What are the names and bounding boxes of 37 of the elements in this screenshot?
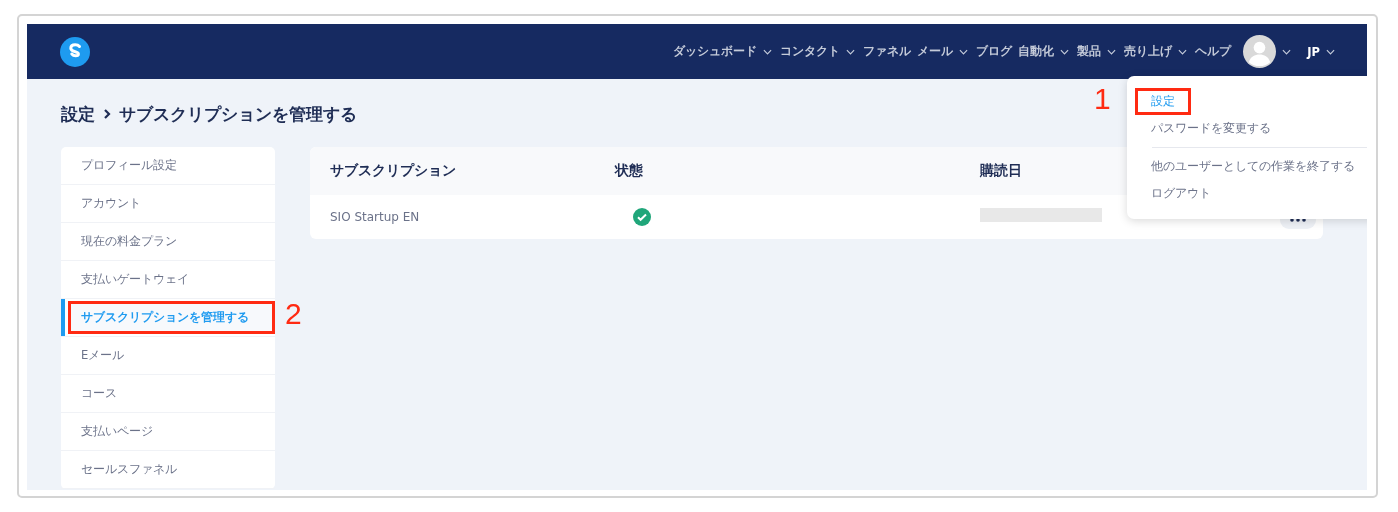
- nav-menu-item[interactable]: メール: [917, 44, 954, 59]
- sidebar-item[interactable]: 現在の料金プラン: [61, 223, 275, 260]
- sidebar-item[interactable]: アカウント: [61, 185, 275, 222]
- menu-item[interactable]: ログアウト: [1135, 180, 1227, 207]
- nav-menu-item[interactable]: コンタクト: [780, 44, 841, 59]
- nav-menu-item[interactable]: 自動化: [1018, 44, 1055, 59]
- selection-indicator: [61, 299, 65, 336]
- sidebar-item[interactable]: コース: [61, 375, 275, 412]
- sidebar-item[interactable]: Eメール: [61, 337, 275, 374]
- sidebar-item[interactable]: プロフィール設定: [61, 147, 275, 184]
- callout-number: 1: [1094, 82, 1111, 116]
- sidebar-item[interactable]: 支払いゲートウェイ: [61, 261, 275, 298]
- menu-item[interactable]: 設定: [1135, 88, 1191, 115]
- chevron-down-icon: [1282, 48, 1292, 55]
- logo-icon[interactable]: [60, 36, 90, 67]
- nav-menu-item[interactable]: 製品: [1077, 44, 1102, 59]
- sidebar-item[interactable]: サブスクリプションを管理する: [68, 301, 275, 334]
- chevron-down-icon: [1326, 48, 1335, 55]
- sidebar-item[interactable]: 支払いページ: [61, 413, 275, 450]
- chevron-right-icon: [103, 108, 111, 120]
- menu-item[interactable]: パスワードを変更する: [1135, 115, 1287, 142]
- callout-number: 2: [285, 297, 302, 331]
- menu-item[interactable]: 他のユーザーとしての作業を終了する: [1135, 153, 1367, 180]
- breadcrumb-item[interactable]: 設定: [61, 102, 95, 126]
- nav-menu-item[interactable]: ダッシュボード: [673, 44, 758, 59]
- nav-menu-item[interactable]: ファネル: [863, 44, 912, 59]
- column-header: 状態: [615, 162, 643, 178]
- sidebar-item[interactable]: セールスファネル: [61, 451, 275, 488]
- breadcrumb-item: サブスクリプションを管理する: [119, 102, 357, 126]
- column-header: サブスクリプション: [330, 162, 456, 178]
- table-cell-text: SIO Startup EN: [329, 210, 421, 224]
- column-header: 購読日: [980, 162, 1022, 178]
- nav-menu-item[interactable]: ブログ: [976, 44, 1013, 59]
- nav-menu-item[interactable]: ヘルプ: [1195, 44, 1232, 59]
- nav-menu-item[interactable]: 売り上げ: [1124, 44, 1173, 59]
- user-avatar-icon[interactable]: [1243, 35, 1277, 68]
- language-selector[interactable]: JP: [1307, 44, 1320, 59]
